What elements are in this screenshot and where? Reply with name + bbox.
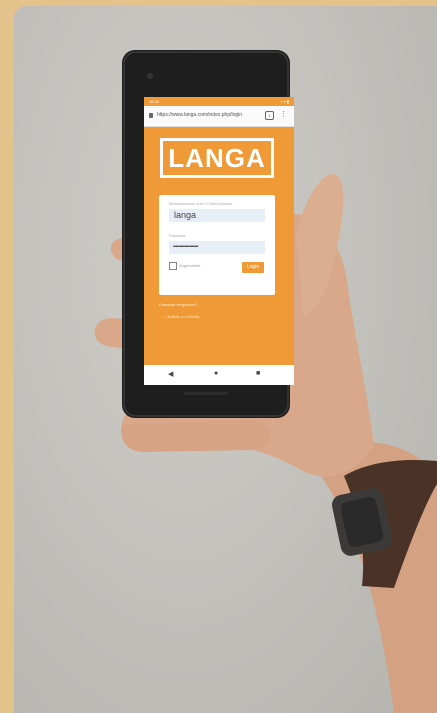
status-time: 16:30 [149,99,160,104]
status-icons: ◔ ▾ ▮ [280,99,289,104]
username-field[interactable]: langa [169,209,265,222]
back-nav-icon[interactable]: ◀ [168,370,173,378]
finger-3 [120,420,270,452]
password-label: Passwort [169,233,186,238]
url-text[interactable]: https://www.langa.com/index.php/login [157,112,261,120]
browser-menu-icon[interactable]: ⋮ [280,111,287,119]
status-bar: 16:30 ◔ ▾ ▮ [144,97,294,106]
phone-screen: 16:30 ◔ ▾ ▮ https://www.langa.com/index.… [144,97,294,385]
tab-switcher-icon[interactable]: 1 [265,111,274,120]
speaker-grille [184,392,228,395]
front-camera [147,73,153,79]
back-link[interactable]: ← Zurück zu LANGA [162,314,199,319]
login-button[interactable]: Login [242,262,264,273]
password-field[interactable]: •••••••••••••••••••• [169,241,265,254]
username-value: langa [174,210,197,220]
langa-logo: LANGA [160,138,274,178]
browser-url-bar[interactable]: https://www.langa.com/index.php/login 1 … [144,106,294,127]
password-dots: •••••••••••••••••••• [173,244,199,250]
photo: 16:30 ◔ ▾ ▮ https://www.langa.com/index.… [14,6,437,713]
username-label: Benutzername oder E-Mail-Adresse [169,201,233,206]
recents-nav-icon[interactable]: ■ [256,370,260,377]
lock-icon [149,113,153,118]
android-nav-bar: ◀ ● ■ [144,365,294,385]
home-nav-icon[interactable]: ● [214,370,218,377]
remember-checkbox[interactable] [169,262,177,270]
login-card: Benutzername oder E-Mail-Adresse langa P… [159,195,275,295]
forgot-password-link[interactable]: Passwort vergessen? [159,302,197,307]
remember-label: Angemeldet [179,263,201,268]
